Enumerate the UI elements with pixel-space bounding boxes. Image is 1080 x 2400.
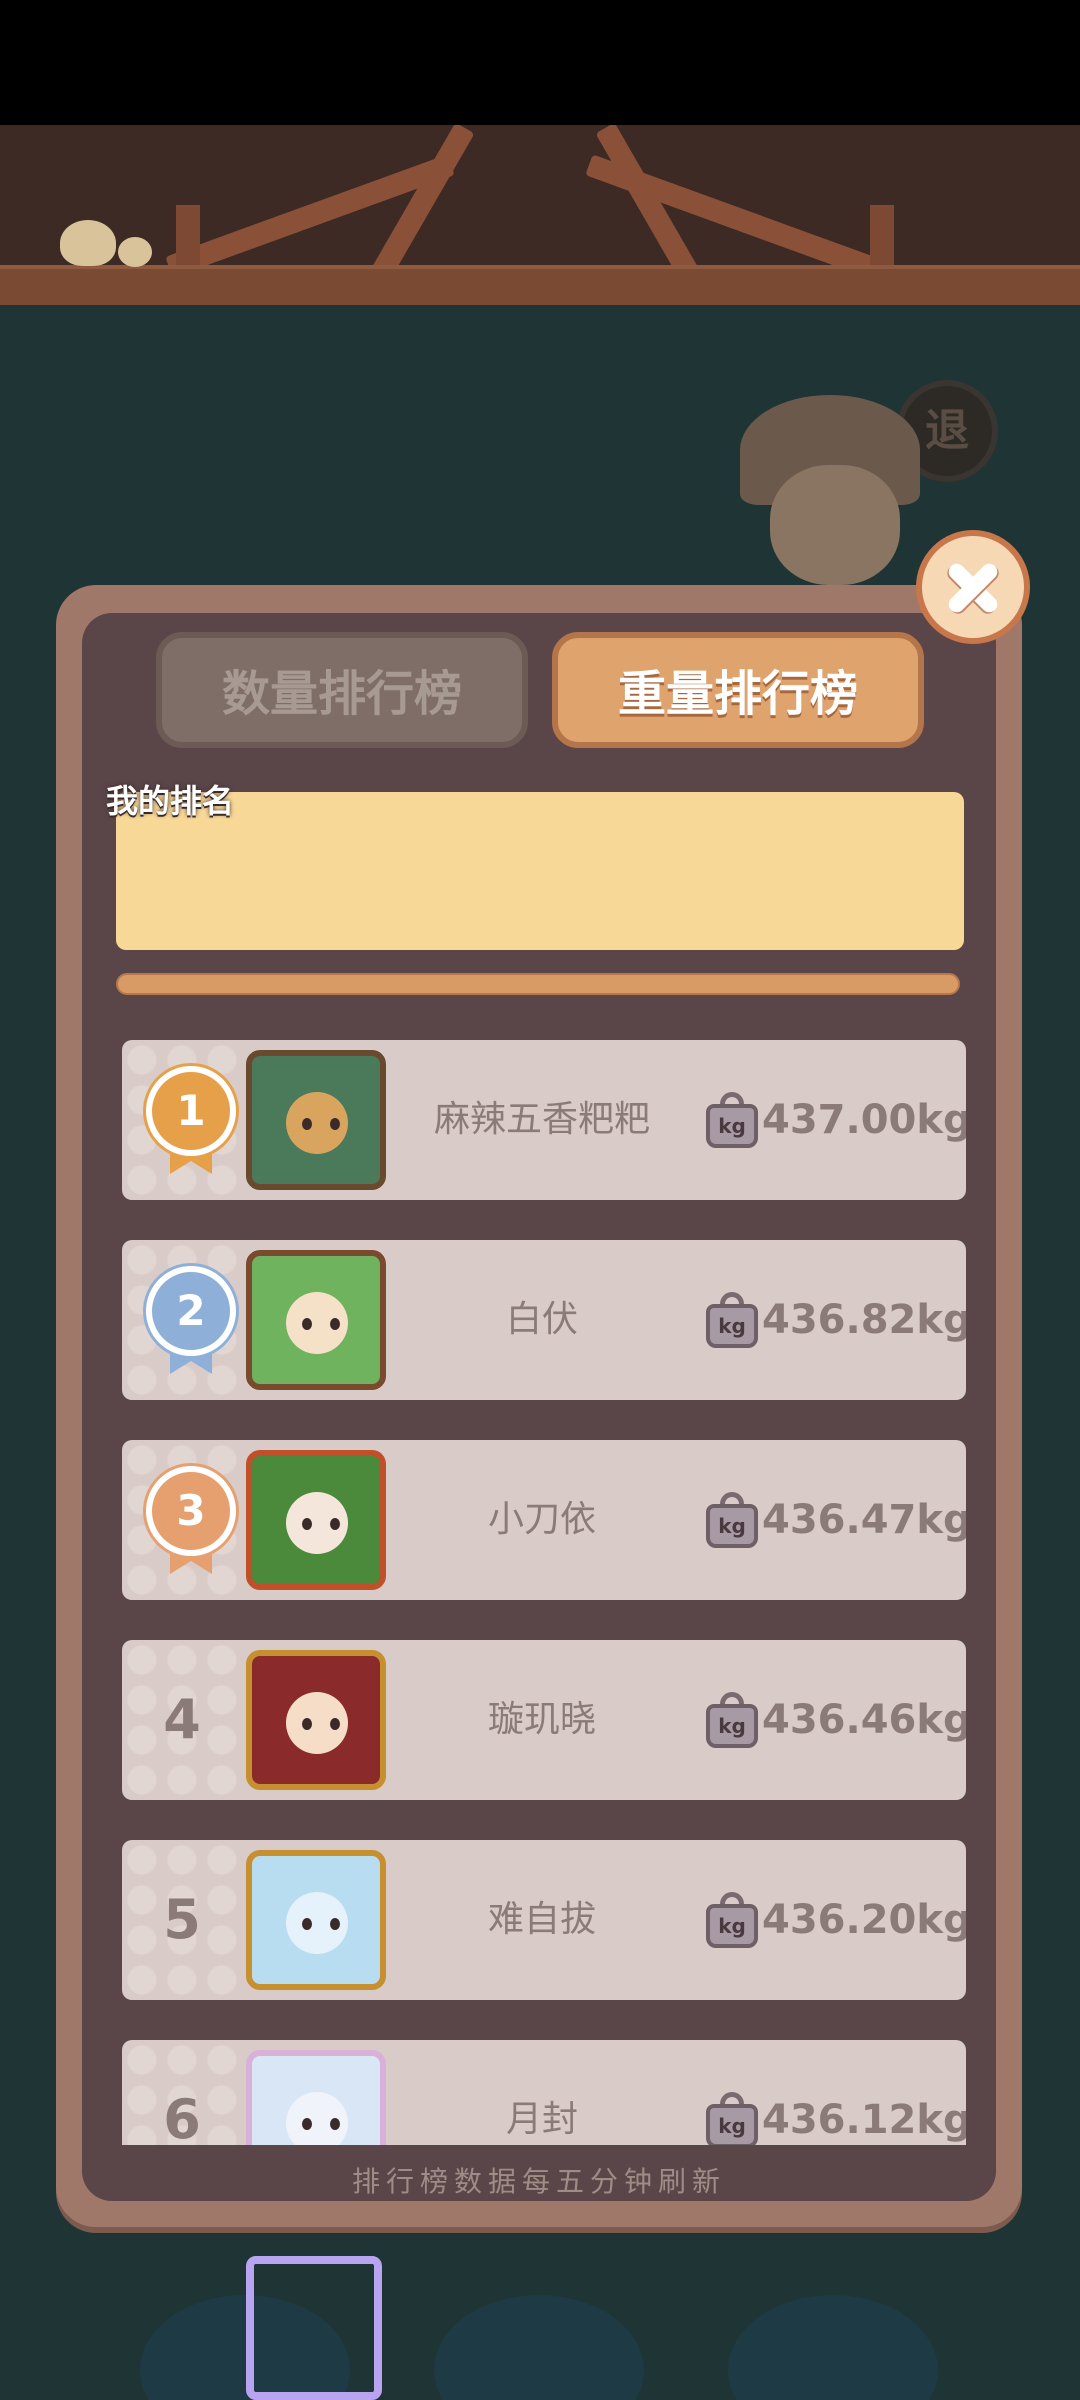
weight-value: 436.47kg <box>762 1497 966 1543</box>
weight-icon: kg <box>706 1492 758 1548</box>
kg-label: kg <box>706 1504 758 1548</box>
weight-value: 436.20kg <box>762 1897 966 1943</box>
kg-label: kg <box>706 1104 758 1148</box>
weight-icon: kg <box>706 1692 758 1748</box>
avatar[interactable] <box>246 1450 386 1590</box>
avatar[interactable] <box>246 1050 386 1190</box>
my-rank-box <box>116 792 964 950</box>
avatar[interactable] <box>246 1650 386 1790</box>
weight-icon: kg <box>706 2092 758 2145</box>
kg-label: kg <box>706 1304 758 1348</box>
close-button[interactable] <box>916 530 1030 644</box>
leaderboard-row[interactable]: 4 璇玑晓 kg 436.46kg <box>122 1640 966 1800</box>
roof <box>0 125 1080 305</box>
avatar[interactable] <box>246 1850 386 1990</box>
collection-button[interactable] <box>434 2295 644 2400</box>
leaderboard-row[interactable]: 3 小刀依 kg 436.47kg <box>122 1440 966 1600</box>
divider <box>116 973 960 995</box>
leaderboard-button[interactable] <box>728 2295 938 2400</box>
player-name: 月封 <box>505 2099 578 2140</box>
rank-number: 4 <box>163 1688 201 1751</box>
tab-weight-ranking[interactable]: 重量排行榜 <box>552 632 924 748</box>
weight-icon: kg <box>706 1092 758 1148</box>
silver-medal-icon: 2 <box>146 1266 236 1374</box>
player-name: 白伏 <box>505 1299 578 1340</box>
leaderboard-row[interactable]: 6 月封 kg 436.12kg <box>122 2040 966 2145</box>
leaderboard-row[interactable]: 1 麻辣五香粑粑 kg 437.00kg <box>122 1040 966 1200</box>
bronze-medal-icon: 3 <box>146 1466 236 1574</box>
avatar[interactable] <box>246 1250 386 1390</box>
rank-number: 3 <box>146 1466 236 1556</box>
kg-label: kg <box>706 1704 758 1748</box>
kg-label: kg <box>706 1904 758 1948</box>
leaderboard-list[interactable]: 1 麻辣五香粑粑 kg 437.00kg 2 白伏 kg 436.82kg 3 小刀依 kg 436.… <box>56 1040 1022 2145</box>
player-name: 麻辣五香粑粑 <box>433 1099 650 1140</box>
rank-number: 5 <box>163 1888 201 1951</box>
weight-value: 436.46kg <box>762 1697 966 1743</box>
weight-icon: kg <box>706 1292 758 1348</box>
weight-value: 436.82kg <box>762 1297 966 1343</box>
npc-character <box>770 465 900 585</box>
weight-icon: kg <box>706 1892 758 1948</box>
avatar-frame <box>246 2256 382 2400</box>
chick-decoration <box>60 220 116 266</box>
rank-number: 2 <box>146 1266 236 1356</box>
leaderboard-row[interactable]: 2 白伏 kg 436.82kg <box>122 1240 966 1400</box>
gold-medal-icon: 1 <box>146 1066 236 1174</box>
refresh-note: 排行榜数据每五分钟刷新 <box>351 2165 726 2198</box>
rank-number: 6 <box>163 2088 201 2145</box>
tab-count-ranking[interactable]: 数量排行榜 <box>156 632 528 748</box>
my-rank-label: 我的排名 <box>106 782 235 820</box>
rank-number: 1 <box>146 1066 236 1156</box>
leaderboard-row[interactable]: 5 难自拔 kg 436.20kg <box>122 1840 966 2000</box>
player-name: 难自拔 <box>487 1899 596 1940</box>
kg-label: kg <box>706 2104 758 2145</box>
weight-value: 437.00kg <box>762 1097 966 1143</box>
player-name: 璇玑晓 <box>487 1699 596 1740</box>
avatar[interactable] <box>246 2050 386 2145</box>
chick-decoration <box>118 237 152 267</box>
weight-value: 436.12kg <box>762 2097 966 2143</box>
player-name: 小刀依 <box>487 1499 596 1540</box>
